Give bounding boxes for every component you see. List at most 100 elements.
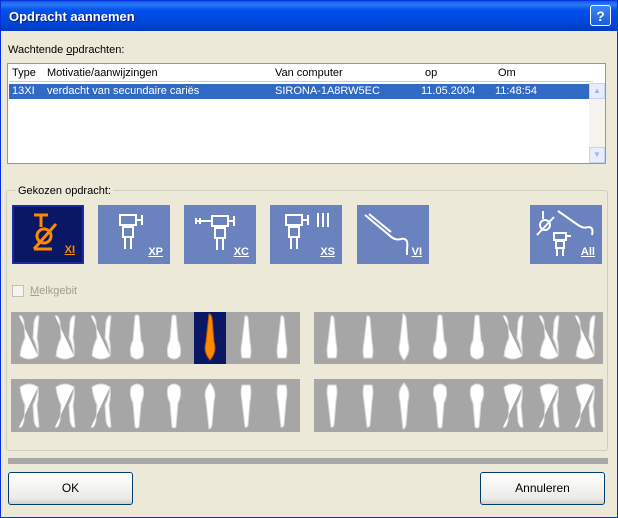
tooth[interactable]: [266, 379, 298, 431]
tooth[interactable]: [497, 379, 529, 431]
type-xp-button[interactable]: XP: [98, 205, 170, 264]
column-time[interactable]: Om: [498, 67, 516, 79]
tooth-icon: [432, 314, 448, 360]
type-code: XS: [320, 246, 335, 258]
tooth-icon: [54, 315, 76, 360]
tooth[interactable]: [121, 379, 153, 431]
upper-left-quadrant[interactable]: [314, 312, 603, 364]
tooth-icon: [204, 313, 216, 361]
tooth-icon: [166, 383, 182, 429]
tooth[interactable]: [85, 312, 117, 364]
column-type[interactable]: Type: [12, 67, 36, 79]
tooth-icon: [240, 384, 252, 428]
tooth-icon: [129, 314, 145, 360]
lower-left-quadrant[interactable]: [314, 379, 603, 432]
tooth-icon: [469, 314, 485, 360]
tooth[interactable]: [352, 379, 384, 431]
tooth[interactable]: [533, 379, 565, 431]
tooth[interactable]: [424, 312, 456, 364]
tooth-icon: [362, 384, 374, 428]
tooth[interactable]: [569, 379, 601, 431]
type-code: XP: [148, 246, 163, 258]
tooth[interactable]: [13, 312, 45, 364]
tooth-icon: [90, 383, 112, 428]
tooth-icon: [18, 315, 40, 360]
tooth[interactable]: [85, 379, 117, 431]
title-bar[interactable]: Opdracht aannemen ?: [1, 1, 617, 31]
tooth-icon: [398, 313, 410, 361]
type-xs-button[interactable]: XS: [270, 205, 342, 264]
milk-teeth-checkbox[interactable]: [12, 285, 24, 297]
lower-right-quadrant[interactable]: [11, 379, 300, 432]
row-time: 11:48:54: [495, 85, 538, 97]
column-date[interactable]: op: [425, 67, 437, 79]
tooth[interactable]: [461, 312, 493, 364]
upper-right-quadrant[interactable]: [11, 312, 300, 364]
tooth-icon: [129, 383, 145, 429]
type-code: VI: [411, 246, 422, 258]
tooth[interactable]: [13, 379, 45, 431]
tooth[interactable]: [533, 312, 565, 364]
chosen-order-legend: Gekozen opdracht:: [16, 185, 113, 197]
ok-button[interactable]: OK: [8, 472, 133, 505]
tooth[interactable]: [569, 312, 601, 364]
tooth-icon: [398, 382, 410, 430]
type-all-button[interactable]: All: [530, 205, 602, 264]
help-button[interactable]: ?: [590, 5, 611, 26]
row-computer: SIRONA-1A8RW5EC: [275, 85, 380, 97]
row-type: 13XI: [12, 85, 35, 97]
tooth[interactable]: [158, 312, 190, 364]
tooth-icon: [574, 315, 596, 360]
tooth[interactable]: [352, 312, 384, 364]
tooth-icon: [18, 383, 40, 428]
tooth-icon: [502, 383, 524, 428]
column-motivation[interactable]: Motivatie/aanwijzingen: [47, 67, 158, 79]
tooth[interactable]: [49, 312, 81, 364]
tooth[interactable]: [121, 312, 153, 364]
tooth-icon: [90, 315, 112, 360]
type-vi-button[interactable]: VI: [357, 205, 429, 264]
type-code: All: [580, 246, 595, 258]
type-xc-button[interactable]: XC: [184, 205, 256, 264]
scroll-down-icon[interactable]: ▼: [589, 147, 605, 163]
tooth[interactable]: [316, 379, 348, 431]
tooth-icon: [538, 383, 560, 428]
pending-orders-label: Wachtende opdrachten:: [8, 44, 125, 56]
tooth-icon: [502, 315, 524, 360]
scroll-up-icon[interactable]: ▲: [589, 83, 605, 99]
tooth-icon: [326, 315, 338, 359]
cancel-button[interactable]: Annuleren: [480, 472, 605, 505]
tooth-icon: [54, 383, 76, 428]
tooth-icon: [276, 315, 288, 359]
tooth[interactable]: [49, 379, 81, 431]
tooth-icon: [166, 314, 182, 360]
row-date: 11.05.2004: [421, 85, 476, 97]
tooth-icon: [432, 383, 448, 429]
tooth[interactable]: [461, 379, 493, 431]
tooth-icon: [538, 315, 560, 360]
list-header: Type Motivatie/aanwijzingen Van computer…: [9, 65, 593, 82]
tooth[interactable]: [158, 379, 190, 431]
list-row[interactable]: 13XI verdacht van secundaire cariës SIRO…: [9, 84, 593, 99]
tooth[interactable]: [388, 379, 420, 431]
tooth[interactable]: [266, 312, 298, 364]
tooth-icon: [326, 384, 338, 428]
vertical-scrollbar[interactable]: ▲ ▼: [589, 83, 605, 163]
pending-orders-list[interactable]: Type Motivatie/aanwijzingen Van computer…: [7, 63, 606, 164]
tooth[interactable]: [230, 312, 262, 364]
tooth[interactable]: [316, 312, 348, 364]
dialog-title: Opdracht aannemen: [9, 9, 135, 24]
tooth-icon: [276, 384, 288, 428]
tooth[interactable]: [497, 312, 529, 364]
tooth-icon: [574, 383, 596, 428]
type-code: XC: [233, 246, 249, 258]
tooth[interactable]: [388, 312, 420, 364]
tooth[interactable]: [424, 379, 456, 431]
separator-bar: [8, 458, 608, 464]
tooth[interactable]: [194, 379, 226, 431]
type-xi-button[interactable]: XI: [12, 205, 84, 264]
tooth-selected[interactable]: [194, 312, 226, 364]
type-code: XI: [64, 244, 75, 256]
tooth[interactable]: [230, 379, 262, 431]
column-computer[interactable]: Van computer: [275, 67, 343, 79]
